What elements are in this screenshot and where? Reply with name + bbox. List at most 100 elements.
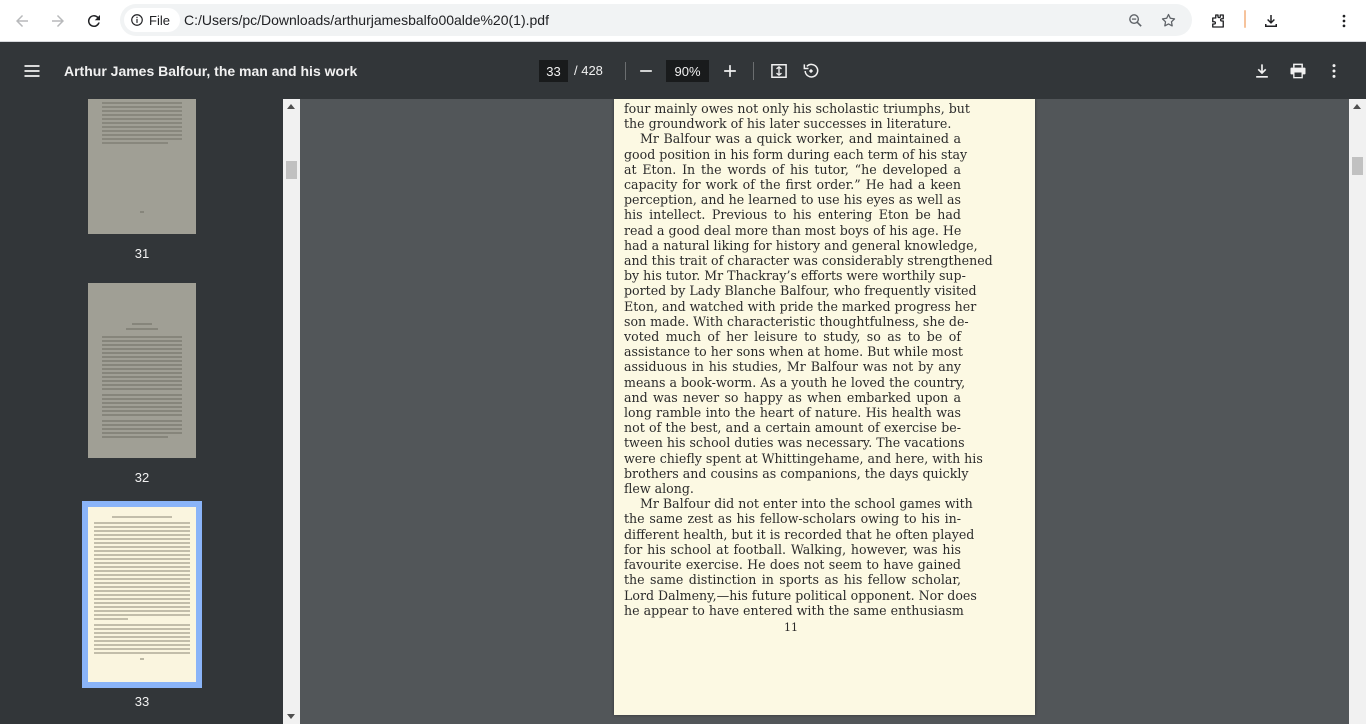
site-info-chip[interactable]: File <box>124 8 180 32</box>
page-number-input[interactable]: 33 <box>539 60 568 82</box>
toolbar-divider <box>1244 10 1246 28</box>
text-line: perception, and he learned to use his ey… <box>624 192 961 208</box>
text-line: son made. With characteristic thoughtful… <box>624 313 969 329</box>
toolbar-separator <box>625 62 626 80</box>
text-line: different health, but it is recorded tha… <box>624 526 975 542</box>
text-line: read a good deal more than most boys of … <box>624 222 962 238</box>
zoom-icon <box>1128 13 1142 27</box>
more-vert-icon <box>1342 14 1346 28</box>
print-button[interactable] <box>1284 57 1312 85</box>
bookmark-button[interactable] <box>1158 10 1178 30</box>
text-line: and was never so happy as when embarked … <box>624 389 961 405</box>
text-line: he appear to have entered with the same … <box>624 602 964 618</box>
text-line: had a natural liking for history and gen… <box>624 237 978 253</box>
pdf-page: four mainly owes not only his scholastic… <box>614 99 1035 715</box>
star-icon <box>1161 13 1175 27</box>
text-line: Eton, and watched with pride the marked … <box>624 298 977 314</box>
thumbnail-image <box>88 283 196 458</box>
forward-button[interactable] <box>42 5 74 37</box>
zoom-indicator-button[interactable] <box>1125 10 1145 30</box>
site-label: File <box>149 12 170 28</box>
viewer-scrollbar[interactable] <box>1349 99 1366 724</box>
thumbnail-page-31[interactable] <box>88 99 196 234</box>
text-line: long ramble into the heart of nature. Hi… <box>624 405 961 421</box>
sidebar-toggle-button[interactable] <box>18 57 46 85</box>
text-line: his intellect. Previous to his entering … <box>624 207 961 223</box>
text-line: brothers and cousins as companions, the … <box>624 465 969 481</box>
pdf-more-button[interactable] <box>1320 57 1348 85</box>
scroll-down-arrow-icon[interactable] <box>287 714 295 719</box>
text-line: and this trait of character was consider… <box>624 253 993 269</box>
text-line: means a book-worm. As a youth he loved t… <box>624 374 966 390</box>
more-vert-icon <box>1332 64 1336 78</box>
thumbnail-text-lines <box>102 102 182 213</box>
pdf-download-button[interactable] <box>1248 57 1276 85</box>
extensions-button[interactable] <box>1202 5 1234 37</box>
text-line: assistance to her sons when at home. But… <box>624 344 963 360</box>
sidebar-scrollbar[interactable] <box>283 99 300 724</box>
text-line: for his school at football. Walking, how… <box>624 541 961 557</box>
text-line: Mr Balfour did not enter into the school… <box>640 496 973 512</box>
text-line: favourite exercise. He does not seem to … <box>624 557 961 573</box>
extensions-icon <box>1212 14 1224 28</box>
text-line: the groundwork of his later successes in… <box>624 116 952 132</box>
pdf-toolbar: Arthur James Balfour, the man and his wo… <box>0 42 1366 99</box>
browser-menu-button[interactable] <box>1328 5 1360 37</box>
rotate-icon <box>803 63 819 78</box>
thumbnail-image <box>88 99 196 234</box>
thumbnail-sidebar: 31 32 33 <box>0 99 300 724</box>
text-line: assiduous in his studies, Mr Balfour was… <box>624 359 961 375</box>
text-line: ported by Lady Blanche Balfour, who freq… <box>624 283 977 299</box>
scroll-up-arrow-icon[interactable] <box>1353 104 1361 109</box>
thumbnail-label: 33 <box>134 694 150 709</box>
text-line: tween his school duties was necessary. T… <box>624 435 965 451</box>
text-line: not of the best, and a certain amount of… <box>624 420 961 436</box>
page-number-footer: 11 <box>784 621 798 634</box>
text-line: four mainly owes not only his scholastic… <box>624 101 970 116</box>
thumbnail-text-lines <box>94 516 190 660</box>
text-line: Lord Dalmeny,—his future political oppon… <box>624 587 977 603</box>
page-total: / 428 <box>574 63 603 78</box>
text-line: capacity for work of the first order.” H… <box>624 177 961 193</box>
zoom-in-icon <box>724 65 736 77</box>
text-line: were chiefly spent at Whittingehame, and… <box>624 450 983 466</box>
text-line: by his tutor. Mr Thackray’s efforts were… <box>624 268 966 284</box>
sidebar-scroll-thumb[interactable] <box>286 161 297 179</box>
text-line: at Eton. In the words of his tutor, “he … <box>624 161 961 177</box>
zoom-in-button[interactable] <box>716 57 744 85</box>
scroll-up-arrow-icon[interactable] <box>287 104 295 109</box>
text-line: the same zest as his fellow-scholars owi… <box>624 511 961 527</box>
reload-button[interactable] <box>78 5 110 37</box>
thumbnail-label: 31 <box>134 246 150 261</box>
back-arrow-icon <box>16 15 28 27</box>
rotate-button[interactable] <box>797 57 825 85</box>
browser-toolbar: File C:/Users/pc/Downloads/arthurjamesba… <box>0 0 1366 42</box>
text-line: flew along. <box>624 481 694 497</box>
download-icon <box>1265 15 1277 27</box>
print-icon <box>1290 63 1306 79</box>
zoom-out-icon <box>640 70 652 72</box>
page-text: four mainly owes not only his scholastic… <box>624 101 993 618</box>
downloads-button[interactable] <box>1255 5 1287 37</box>
zoom-level-input[interactable]: 90% <box>666 60 709 82</box>
back-button[interactable] <box>6 5 38 37</box>
url-text[interactable]: C:/Users/pc/Downloads/arthurjamesbalfo00… <box>184 12 549 28</box>
toolbar-separator <box>753 62 754 80</box>
info-icon <box>131 14 143 26</box>
viewer-scroll-thumb[interactable] <box>1352 157 1363 175</box>
document-viewer[interactable]: four mainly owes not only his scholastic… <box>300 99 1349 724</box>
forward-arrow-icon <box>52 15 64 27</box>
text-line: the same distinction in sports as his fe… <box>624 572 961 588</box>
fit-page-icon <box>771 64 787 78</box>
thumbnail-text-lines <box>102 323 182 438</box>
reload-icon <box>87 15 100 28</box>
text-line: good position in his form during each te… <box>624 146 968 162</box>
address-bar[interactable]: File C:/Users/pc/Downloads/arthurjamesba… <box>120 4 1192 36</box>
text-line: Mr Balfour was a quick worker, and maint… <box>640 131 961 147</box>
thumbnail-label: 32 <box>134 470 150 485</box>
zoom-out-button[interactable] <box>632 57 660 85</box>
text-line: voted much of her leisure to study, so a… <box>624 329 961 345</box>
thumbnail-page-33[interactable] <box>82 501 202 688</box>
fit-to-page-button[interactable] <box>765 57 793 85</box>
thumbnail-page-32[interactable] <box>88 283 196 458</box>
